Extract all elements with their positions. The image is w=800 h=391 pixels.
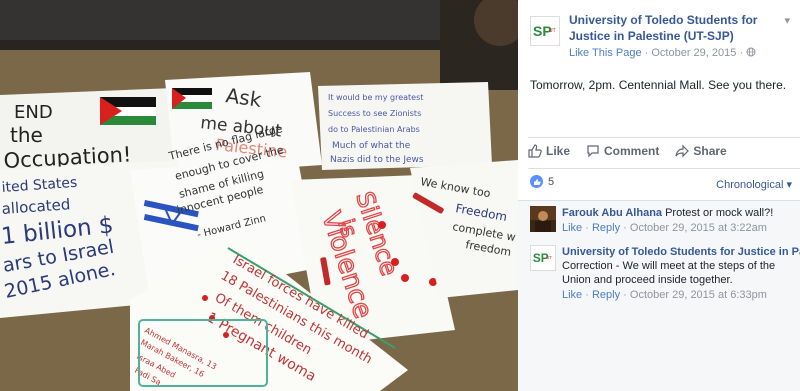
page-name-link[interactable]: University of Toledo Students for Justic… [569, 12, 790, 44]
sign-end-line1: END [14, 102, 53, 123]
meta-separator-2: · [739, 47, 744, 59]
sort-arrow-icon: ▾ [786, 179, 792, 191]
comment-like-link[interactable]: Like [562, 289, 582, 301]
like-label: Like [546, 144, 571, 158]
sort-label: Chronological [716, 179, 784, 191]
share-icon [675, 144, 690, 158]
post-meta: Like This Page · October 29, 2015 · [569, 45, 790, 61]
post-actions: Like Comment Share [518, 144, 800, 158]
comment-author[interactable]: Farouk Abu Alhana [562, 207, 662, 219]
share-label: Share [693, 144, 727, 158]
sign-quote-line4: Much of what the [332, 141, 411, 151]
post-header: SP UT University of Toledo Students for … [518, 0, 800, 61]
divider-2 [528, 168, 800, 169]
comment-reply-link[interactable]: Reply [592, 222, 620, 234]
post-panel: SP UT University of Toledo Students for … [518, 0, 800, 391]
comment-date[interactable]: October 29, 2015 at 6:33pm [630, 289, 767, 301]
sign-quote-line2: Success to see Zionists [328, 109, 421, 118]
sign-end-line2: the [10, 123, 43, 147]
comment-text: Protest or mock wall?! [665, 207, 774, 219]
share-button[interactable]: Share [675, 144, 727, 158]
post-head-text: University of Toledo Students for Justic… [569, 12, 790, 61]
divider [528, 137, 800, 138]
comments-section: Farouk Abu Alhana Protest or mock wall?!… [518, 200, 800, 391]
post-body-text: Tomorrow, 2pm. Centennial Mall. See you … [530, 78, 787, 92]
highlight-box [138, 319, 268, 387]
comment-item: SP UT University of Toledo Students for … [518, 235, 800, 302]
post-options-chevron-icon[interactable]: ▾ [784, 14, 790, 27]
svg-text:UT: UT [549, 28, 556, 34]
sign-quote: It would be my greatest Success to see Z… [318, 82, 492, 170]
globe-icon [746, 47, 756, 57]
comment-text: Correction - We will meet at the steps o… [562, 260, 776, 286]
comment-like-link[interactable]: Like [562, 222, 582, 234]
like-reaction-icon [530, 175, 543, 188]
reactions-summary[interactable]: 5 [530, 175, 554, 188]
sign-quote-line3: do to Palestinian Arabs [328, 125, 420, 134]
meta-separator: · [644, 47, 649, 59]
thumbs-up-icon [528, 144, 542, 158]
comment-reply-link[interactable]: Reply [592, 289, 620, 301]
reaction-count: 5 [548, 175, 555, 188]
comment-sort-dropdown[interactable]: Chronological ▾ [716, 178, 792, 191]
comment-meta: Like · Reply · October 29, 2015 at 3:22a… [562, 222, 767, 234]
like-button[interactable]: Like [528, 144, 570, 158]
comment-author[interactable]: University of Toledo Students for Justic… [562, 246, 800, 258]
comment-content: Farouk Abu Alhana Protest or mock wall?!… [562, 206, 773, 235]
comment-icon [587, 145, 599, 158]
post-photo[interactable]: END the Occupation! Ask me about Palesti… [0, 0, 518, 391]
like-page-link[interactable]: Like This Page [569, 47, 642, 59]
page-avatar[interactable]: SP UT [530, 16, 560, 46]
avatar[interactable] [530, 206, 556, 232]
screenshot-frame: END the Occupation! Ask me about Palesti… [0, 0, 800, 391]
comment-label: Comment [604, 144, 660, 158]
sign-quote-line1: It would be my greatest [328, 93, 423, 102]
post-date[interactable]: October 29, 2015 [651, 47, 736, 59]
comment-date[interactable]: October 29, 2015 at 3:22am [630, 222, 767, 234]
comment-meta: Like · Reply · October 29, 2015 at 6:33p… [562, 289, 767, 301]
comment-item: Farouk Abu Alhana Protest or mock wall?!… [518, 200, 800, 235]
sign-quote-line5: Nazis did to the Jews [330, 155, 424, 165]
svg-text:UT: UT [546, 255, 552, 260]
sign-ask-line1: Ask [224, 83, 263, 112]
comment-button[interactable]: Comment [586, 144, 659, 158]
comment-content: University of Toledo Students for Justic… [562, 245, 800, 302]
sjp-logo-icon: SP UT [533, 23, 556, 39]
sjp-logo-icon: SP UT [533, 251, 553, 265]
avatar[interactable]: SP UT [530, 245, 556, 271]
comments-divider [518, 200, 800, 201]
